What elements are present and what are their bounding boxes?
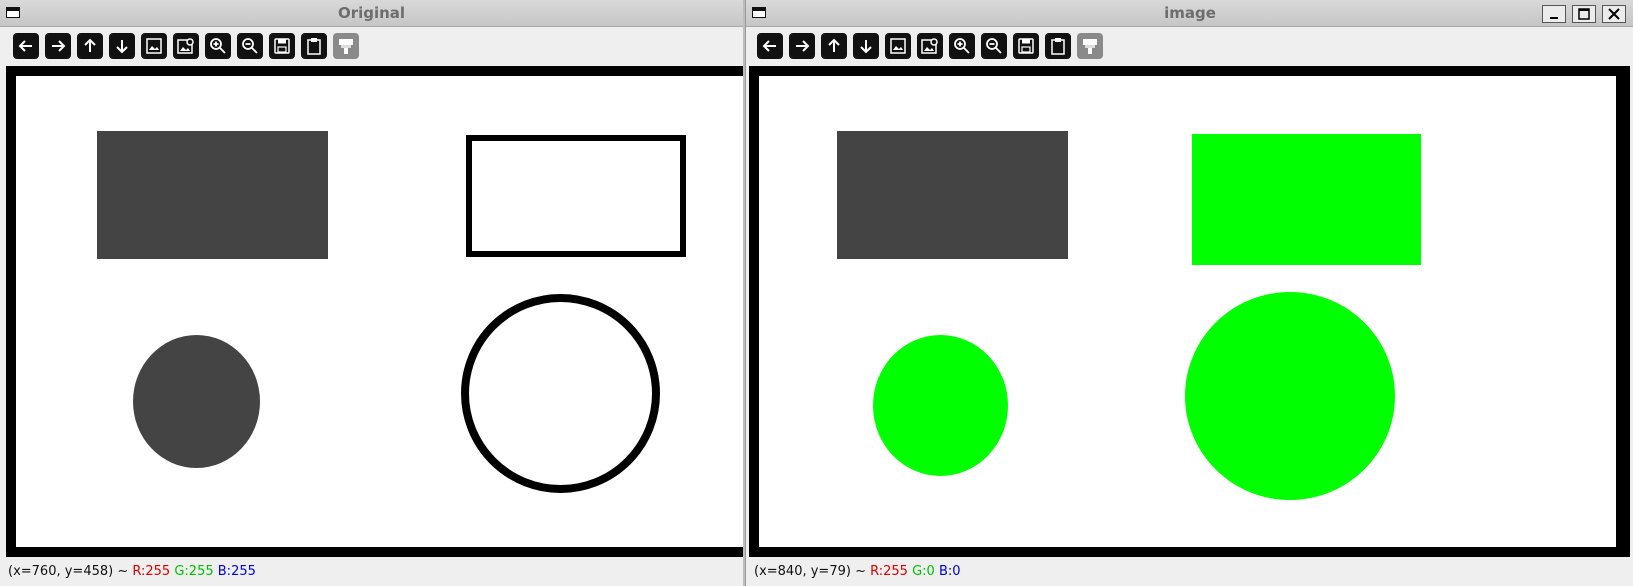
window-title: Original bbox=[337, 4, 406, 22]
zoom-out-icon bbox=[242, 38, 258, 54]
save-button[interactable] bbox=[269, 33, 295, 59]
filled-circle bbox=[133, 335, 260, 468]
pixel-blue-value: B:255 bbox=[217, 564, 256, 579]
image-canvas-original[interactable] bbox=[16, 76, 743, 547]
pan-right-button[interactable] bbox=[45, 33, 71, 59]
close-icon bbox=[1608, 8, 1620, 20]
title-bar[interactable]: image bbox=[746, 0, 1633, 27]
zoom-in-icon bbox=[954, 38, 970, 54]
outlined-circle bbox=[461, 294, 660, 493]
zoom-out-button[interactable] bbox=[981, 33, 1007, 59]
image-view-frame bbox=[6, 66, 743, 557]
pan-down-button[interactable] bbox=[109, 33, 135, 59]
pan-down-button[interactable] bbox=[853, 33, 879, 59]
clipboard-icon bbox=[307, 38, 321, 55]
minimize-button[interactable] bbox=[1542, 5, 1566, 23]
title-bar[interactable]: Original bbox=[0, 0, 743, 27]
green-rectangle bbox=[1192, 134, 1421, 265]
arrow-left-icon bbox=[762, 40, 776, 52]
green-circle-small bbox=[873, 335, 1008, 476]
pan-up-button[interactable] bbox=[821, 33, 847, 59]
window-title: image bbox=[1164, 4, 1216, 22]
outlined-rectangle bbox=[466, 135, 686, 257]
save-button[interactable] bbox=[1013, 33, 1039, 59]
zoom-original-button[interactable] bbox=[917, 33, 943, 59]
zoom-out-button[interactable] bbox=[237, 33, 263, 59]
pan-left-button[interactable] bbox=[13, 33, 39, 59]
zoom-out-icon bbox=[986, 38, 1002, 54]
pixel-green-value: G:255 bbox=[174, 564, 214, 579]
image-zoom-icon bbox=[177, 38, 194, 54]
maximize-icon bbox=[1578, 8, 1590, 20]
zoom-in-icon bbox=[210, 38, 226, 54]
properties-icon bbox=[339, 39, 353, 54]
image-icon bbox=[890, 38, 906, 54]
clipboard-icon bbox=[1051, 38, 1065, 55]
image-icon bbox=[146, 38, 162, 54]
pixel-blue-value: B:0 bbox=[938, 564, 961, 579]
green-circle-large bbox=[1185, 292, 1395, 500]
pixel-red-value: R:255 bbox=[870, 564, 908, 579]
cursor-coords: (x=760, y=458) ~ bbox=[8, 564, 129, 579]
toolbar bbox=[0, 27, 743, 65]
pixel-red-value: R:255 bbox=[132, 564, 171, 579]
reset-zoom-button[interactable] bbox=[141, 33, 167, 59]
arrow-up-icon bbox=[84, 38, 96, 52]
filled-rectangle bbox=[837, 131, 1068, 259]
copy-clipboard-button[interactable] bbox=[1045, 33, 1071, 59]
arrow-up-icon bbox=[828, 38, 840, 52]
save-icon bbox=[1018, 38, 1034, 54]
minimize-icon bbox=[1550, 17, 1558, 19]
pan-left-button[interactable] bbox=[757, 33, 783, 59]
arrow-right-icon bbox=[52, 40, 66, 52]
zoom-original-button[interactable] bbox=[173, 33, 199, 59]
window-original: Original (x=760, y=458) ~ R:255 G:255 B:… bbox=[0, 0, 743, 586]
arrow-left-icon bbox=[18, 40, 32, 52]
properties-button[interactable] bbox=[1077, 33, 1103, 59]
arrow-down-icon bbox=[116, 40, 128, 54]
zoom-in-button[interactable] bbox=[949, 33, 975, 59]
reset-zoom-button[interactable] bbox=[885, 33, 911, 59]
close-button[interactable] bbox=[1602, 5, 1626, 23]
pixel-green-value: G:0 bbox=[912, 564, 935, 579]
image-canvas-processed[interactable] bbox=[759, 76, 1616, 547]
pan-right-button[interactable] bbox=[789, 33, 815, 59]
save-icon bbox=[274, 38, 290, 54]
image-zoom-icon bbox=[921, 38, 938, 54]
properties-button[interactable] bbox=[333, 33, 359, 59]
pan-up-button[interactable] bbox=[77, 33, 103, 59]
arrow-right-icon bbox=[796, 40, 810, 52]
status-bar: (x=840, y=79) ~ R:255 G:0 B:0 bbox=[746, 558, 1633, 586]
maximize-button[interactable] bbox=[1572, 5, 1596, 23]
window-image: image (x=840, y=79) ~ R:255 G:0 B:0 bbox=[745, 0, 1633, 586]
zoom-in-button[interactable] bbox=[205, 33, 231, 59]
properties-icon bbox=[1083, 39, 1097, 54]
copy-clipboard-button[interactable] bbox=[301, 33, 327, 59]
filled-rectangle bbox=[97, 131, 328, 259]
status-bar: (x=760, y=458) ~ R:255 G:255 B:255 bbox=[0, 558, 743, 586]
toolbar bbox=[746, 27, 1633, 65]
arrow-down-icon bbox=[860, 40, 872, 54]
image-view-frame bbox=[749, 66, 1630, 557]
cursor-coords: (x=840, y=79) ~ bbox=[754, 564, 866, 579]
